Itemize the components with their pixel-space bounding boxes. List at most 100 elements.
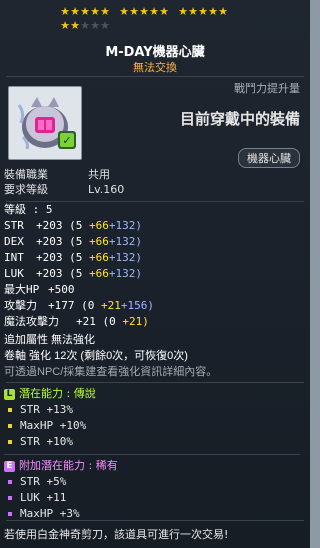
currently-equipped-label: 目前穿戴中的裝備 bbox=[179, 110, 300, 128]
stat-name: 最大HP bbox=[4, 283, 40, 296]
additional-potential-value: STR +5% bbox=[20, 475, 67, 488]
stat-name: DEX bbox=[4, 235, 24, 248]
stat-row-attack: 攻擊力 +177 (0 +21+156) bbox=[4, 298, 154, 314]
additional-potential-line: LUK +11 bbox=[4, 490, 300, 506]
enhancement-hint: 可透過NPC/採集建查看強化資訊詳細內容。 bbox=[4, 366, 218, 378]
item-name: M-DAY機器心臟 bbox=[105, 45, 205, 60]
bullet-icon bbox=[8, 496, 12, 500]
star-icon: ★ bbox=[159, 5, 169, 18]
stat-enhance: +132) bbox=[108, 219, 142, 232]
stat-base: (5 bbox=[69, 267, 83, 280]
stat-bonus: +21) bbox=[122, 315, 149, 328]
stat-bonus: +66 bbox=[89, 219, 109, 232]
star-row-1: ★ ★ ★ ★ ★ ★ ★ ★ ★ ★ ★ ★ ★ ★ ★ bbox=[60, 6, 250, 20]
stat-base: (0 bbox=[102, 315, 116, 328]
requirement-row: 要求等級 Lv.160 bbox=[4, 182, 124, 197]
stat-name: 攻擊力 bbox=[4, 299, 37, 312]
stat-bonus: +66 bbox=[89, 235, 109, 248]
stat-base: (5 bbox=[69, 251, 83, 264]
stat-bonus: +66 bbox=[89, 251, 109, 264]
potential-title: 潛在能力 : 傳說 bbox=[19, 387, 96, 400]
combat-power-label: 戰鬥力提升量 bbox=[234, 82, 300, 95]
star-icon: ★ bbox=[60, 19, 70, 32]
requirement-value: 共用 bbox=[88, 168, 110, 181]
star-group: ★ ★ ★ ★ ★ bbox=[60, 6, 110, 20]
star-icon: ★ bbox=[70, 5, 80, 18]
potential-value: MaxHP +10% bbox=[20, 419, 87, 432]
stat-row-luk: LUK +203 (5 +66+132) bbox=[4, 266, 154, 282]
stat-name: STR bbox=[4, 219, 24, 232]
stat-enhance: +132) bbox=[108, 267, 142, 280]
star-group: ★ ★ ★ ★ ★ bbox=[60, 20, 110, 34]
star-icon: ★ bbox=[139, 5, 149, 18]
stat-name: INT bbox=[4, 251, 24, 264]
potential-value: STR +10% bbox=[20, 435, 73, 448]
empty-star-icon: ★ bbox=[100, 19, 110, 32]
trade-note: 若使用白金神奇剪刀，該道具可進行一次交易! bbox=[4, 528, 229, 541]
item-tooltip: ★ ★ ★ ★ ★ ★ ★ ★ ★ ★ ★ ★ ★ ★ ★ ★ ★ ★ ★ ★ M-DAY機器心臟 無法交換 bbox=[0, 0, 310, 548]
star-group: ★ ★ ★ ★ ★ bbox=[119, 6, 169, 20]
bullet-icon bbox=[8, 440, 12, 444]
stat-total: +203 bbox=[36, 251, 63, 264]
mechanical-heart-icon: ✓ bbox=[17, 97, 76, 150]
bullet-icon bbox=[8, 512, 12, 516]
epic-grade-icon: E bbox=[4, 460, 15, 472]
stat-total: +203 bbox=[36, 267, 63, 280]
requirement-row: 裝備職業 共用 bbox=[4, 167, 124, 182]
stat-row-magic-attack: 魔法攻擊力 +21 (0 +21) bbox=[4, 314, 154, 330]
enhancement-info: 追加屬性 無法強化 卷軸 強化 12次 (剩餘0次，可恢復0次) 可透過NPC/… bbox=[4, 332, 217, 380]
item-level: 等級 : 5 bbox=[4, 203, 53, 216]
stat-enhance: +132) bbox=[108, 235, 142, 248]
stat-base: (5 bbox=[69, 235, 83, 248]
stat-bonus: +66 bbox=[89, 267, 109, 280]
stat-bonus: +21 bbox=[101, 299, 121, 312]
additional-potential-value: LUK +11 bbox=[20, 491, 67, 504]
additional-potential-line: STR +5% bbox=[4, 474, 300, 490]
star-icon: ★ bbox=[129, 5, 139, 18]
potential-line: STR +13% bbox=[4, 402, 300, 418]
star-icon: ★ bbox=[208, 5, 218, 18]
divider bbox=[6, 382, 304, 383]
star-icon: ★ bbox=[198, 5, 208, 18]
scroll-upgrade-status: 卷軸 強化 12次 (剩餘0次，可恢復0次) bbox=[4, 350, 188, 362]
potential-line: STR +10% bbox=[4, 434, 300, 450]
requirement-label: 要求等級 bbox=[4, 183, 48, 196]
stat-base: (5 bbox=[69, 219, 83, 232]
potential-value: STR +13% bbox=[20, 403, 73, 416]
potential-section: L 潛在能力 : 傳說 STR +13% MaxHP +10% STR +10%… bbox=[4, 386, 300, 522]
star-icon: ★ bbox=[60, 5, 70, 18]
item-stats: 等級 : 5 STR +203 (5 +66+132) DEX +203 (5 +6… bbox=[4, 202, 154, 330]
star-icon: ★ bbox=[119, 5, 129, 18]
star-icon: ★ bbox=[100, 5, 110, 18]
stat-row-maxhp: 最大HP +500 bbox=[4, 282, 154, 298]
additional-potential-title: 附加潛在能力 : 稀有 bbox=[19, 459, 118, 472]
star-icon: ★ bbox=[80, 5, 90, 18]
stat-name: LUK bbox=[4, 267, 24, 280]
star-icon: ★ bbox=[90, 5, 100, 18]
stat-row-str: STR +203 (5 +66+132) bbox=[4, 218, 154, 234]
requirements: 裝備職業 共用 要求等級 Lv.160 bbox=[4, 167, 124, 197]
stat-total: +177 bbox=[48, 299, 75, 312]
star-icon: ★ bbox=[188, 5, 198, 18]
stat-total: +21 bbox=[76, 315, 96, 328]
stat-total: +203 bbox=[36, 235, 63, 248]
empty-star-icon: ★ bbox=[90, 19, 100, 32]
stat-base: (0 bbox=[81, 299, 95, 312]
star-group: ★ ★ ★ ★ ★ bbox=[178, 6, 228, 20]
bullet-icon bbox=[8, 424, 12, 428]
stat-total: +500 bbox=[48, 283, 75, 296]
requirement-label: 裝備職業 bbox=[4, 168, 48, 181]
stat-row-dex: DEX +203 (5 +66+132) bbox=[4, 234, 154, 250]
star-icon: ★ bbox=[178, 5, 188, 18]
star-icon: ★ bbox=[149, 5, 159, 18]
stat-row-int: INT +203 (5 +66+132) bbox=[4, 250, 154, 266]
requirement-value: Lv.160 bbox=[88, 183, 125, 196]
divider bbox=[4, 454, 300, 455]
divider bbox=[6, 520, 304, 521]
bullet-icon bbox=[8, 480, 12, 484]
potential-line: MaxHP +10% bbox=[4, 418, 300, 434]
stat-enhance: +156) bbox=[120, 299, 154, 312]
star-icon: ★ bbox=[218, 5, 228, 18]
empty-star-icon: ★ bbox=[80, 19, 90, 32]
trade-status: 無法交換 bbox=[133, 61, 177, 74]
